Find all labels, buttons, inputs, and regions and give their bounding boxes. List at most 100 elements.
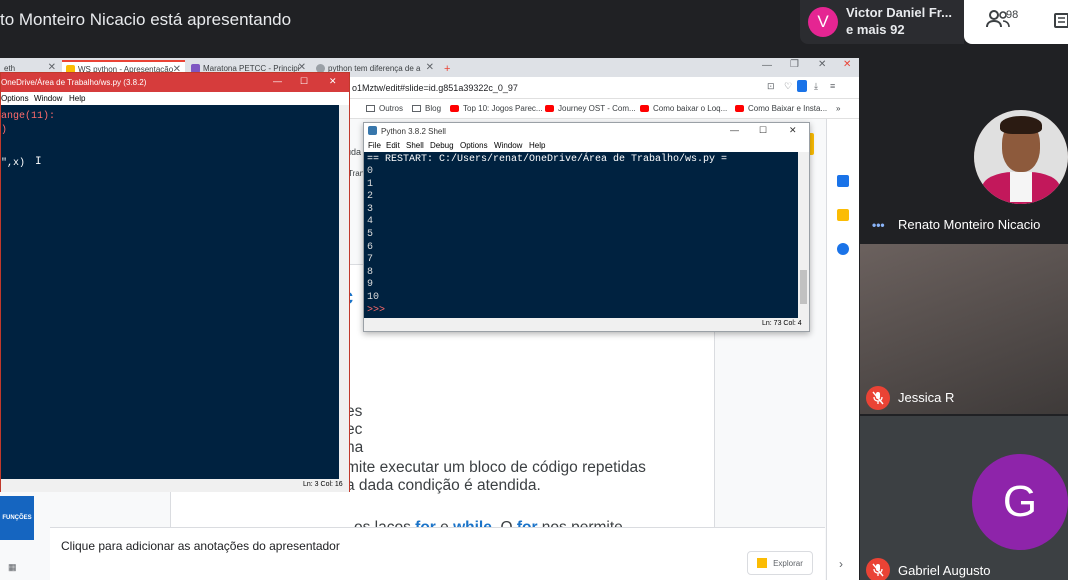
url-text[interactable]: o1Mztw/edit#slide=id.g851a39322c_0_97 bbox=[352, 83, 518, 93]
bookmark-label: Journey OST - Com... bbox=[558, 104, 636, 113]
python-icon bbox=[368, 126, 377, 135]
idle-titlebar[interactable]: OneDrive/Área de Trabalho/ws.py (3.8.2) … bbox=[1, 73, 349, 92]
speaker-notes[interactable]: Clique para adicionar as anotações do ap… bbox=[50, 527, 825, 580]
menu-help[interactable]: Help bbox=[69, 94, 85, 103]
output-line: 8 bbox=[367, 266, 374, 278]
bookmark-item[interactable]: Journey OST - Com... bbox=[545, 104, 636, 113]
maximize-window-icon[interactable]: ☐ bbox=[759, 125, 767, 136]
participants-panel-toggle[interactable] bbox=[964, 0, 1068, 44]
explore-button[interactable]: Explorar bbox=[747, 551, 813, 575]
minimize-window-icon[interactable]: — bbox=[273, 76, 282, 86]
pill-more-count: e mais 92 bbox=[846, 22, 905, 37]
code-line: ) bbox=[1, 125, 8, 136]
slide-thumbnail[interactable]: FUNÇÕES bbox=[0, 496, 34, 540]
tasks-icon[interactable] bbox=[837, 243, 849, 255]
scrollbar[interactable] bbox=[339, 105, 349, 479]
slide-text: mite executar um bloco de código repetid… bbox=[346, 459, 646, 476]
bookmark-label: Top 10: Jogos Parec... bbox=[463, 104, 543, 113]
grid-view-icon[interactable]: ▦ bbox=[8, 562, 17, 573]
mic-off-icon bbox=[866, 558, 890, 580]
menu-options[interactable]: Options bbox=[1, 94, 29, 103]
participant-name: Renato Monteiro Nicacio bbox=[898, 217, 1041, 232]
cursor-position: Ln: 73 Col: 4 bbox=[762, 320, 802, 327]
side-panel: › bbox=[826, 119, 859, 580]
output-line: 9 bbox=[367, 279, 374, 291]
close-window-icon[interactable]: ✕ bbox=[789, 125, 797, 136]
close-window-icon[interactable]: ✕ bbox=[843, 59, 851, 70]
notes-placeholder[interactable]: Clique para adicionar as anotações do ap… bbox=[61, 539, 340, 553]
scrollbar[interactable] bbox=[798, 152, 809, 318]
menu-debug[interactable]: Debug bbox=[430, 141, 454, 150]
bookmark-item[interactable]: Como baixar o Loq... bbox=[640, 104, 727, 113]
slide-text-line: a dada condição é atendida. bbox=[346, 477, 541, 495]
text-cursor-icon: I bbox=[35, 156, 42, 168]
code-editor[interactable]: ange(11): ) ",x) I bbox=[1, 105, 339, 479]
maximize-window-icon[interactable]: ☐ bbox=[300, 76, 308, 87]
menu-shell[interactable]: Shell bbox=[406, 141, 424, 150]
shell-console[interactable]: == RESTART: C:/Users/renat/OneDrive/Área… bbox=[364, 152, 798, 318]
output-line: 7 bbox=[367, 254, 374, 266]
participant-tile[interactable]: G Gabriel Augusto bbox=[860, 416, 1068, 580]
menu-file[interactable]: File bbox=[368, 141, 381, 150]
menu-edit[interactable]: Edit bbox=[386, 141, 400, 150]
youtube-icon bbox=[450, 105, 459, 112]
menu-icon[interactable]: ≡ bbox=[830, 81, 835, 91]
code-line: ange(11): bbox=[1, 111, 56, 122]
extension-icon[interactable]: ⊡ bbox=[767, 81, 775, 92]
chat-icon[interactable] bbox=[1054, 12, 1068, 30]
new-tab-button[interactable]: + bbox=[440, 60, 456, 77]
bookmarks-more[interactable]: » bbox=[836, 104, 840, 113]
shell-titlebar[interactable]: Python 3.8.2 Shell — ☐ ✕ bbox=[364, 123, 809, 140]
bookmark-label: Blog bbox=[425, 104, 442, 113]
bookmark-item[interactable]: Top 10: Jogos Parec... bbox=[450, 104, 543, 113]
output-line: 1 bbox=[367, 178, 374, 190]
chevron-right-icon[interactable]: › bbox=[839, 557, 843, 571]
bookmark-label: Como baixar o Loq... bbox=[653, 104, 728, 113]
scrollbar-thumb[interactable] bbox=[800, 270, 807, 304]
heart-icon[interactable]: ♡ bbox=[784, 81, 792, 92]
folder-icon bbox=[412, 105, 421, 112]
menu-window[interactable]: Window bbox=[494, 141, 522, 150]
menu-options[interactable]: Options bbox=[460, 141, 488, 150]
more-options-icon[interactable]: ••• bbox=[872, 218, 885, 232]
close-window-icon[interactable]: ✕ bbox=[818, 59, 826, 70]
shell-status-bar: Ln: 73 Col: 4 bbox=[364, 318, 809, 331]
shell-menu-bar: File Edit Shell Debug Options Window Hel… bbox=[364, 140, 809, 152]
explore-icon bbox=[757, 558, 768, 568]
output-line: 2 bbox=[367, 191, 374, 203]
minimize-window-icon[interactable]: — bbox=[730, 125, 739, 135]
participant-tile[interactable]: Jessica R bbox=[860, 244, 1068, 414]
minimize-window-icon[interactable]: — bbox=[762, 60, 772, 71]
download-icon[interactable]: ⤓ bbox=[814, 81, 818, 92]
close-icon[interactable]: ✕ bbox=[426, 62, 434, 73]
menu-window[interactable]: Window bbox=[34, 94, 62, 103]
meet-window: to Monteiro Nicacio está apresentando V … bbox=[0, 0, 1068, 580]
close-window-icon[interactable]: ✕ bbox=[329, 76, 337, 87]
mic-off-icon bbox=[866, 386, 890, 410]
menu-help[interactable]: Help bbox=[529, 141, 545, 150]
bookmark-item[interactable]: Outros bbox=[366, 104, 403, 113]
code-line: ",x) bbox=[1, 158, 26, 169]
bookmark-item[interactable]: Como Baixar e Insta... bbox=[735, 104, 827, 113]
idle-editor-window[interactable]: OneDrive/Área de Trabalho/ws.py (3.8.2) … bbox=[0, 72, 350, 492]
shell-title-text: Python 3.8.2 Shell bbox=[381, 127, 446, 136]
bookmark-label: Como Baixar e Insta... bbox=[748, 104, 828, 113]
output-line: 3 bbox=[367, 203, 374, 215]
profile-extension-icon[interactable] bbox=[797, 80, 807, 92]
participant-tile[interactable]: ••• Renato Monteiro Nicacio bbox=[860, 58, 1068, 244]
output-line: 10 bbox=[367, 292, 380, 303]
participant-video bbox=[974, 110, 1068, 204]
keep-icon[interactable] bbox=[837, 209, 849, 221]
python-shell-window[interactable]: Python 3.8.2 Shell — ☐ ✕ File Edit Shell… bbox=[363, 122, 810, 332]
output-line: 5 bbox=[367, 229, 374, 240]
idle-menu-bar: Options Window Help bbox=[1, 92, 349, 105]
pill-participant-name: Victor Daniel Fr... bbox=[846, 5, 952, 20]
output-line: 4 bbox=[367, 216, 374, 228]
calendar-icon[interactable] bbox=[837, 175, 849, 187]
maximize-window-icon[interactable]: ❐ bbox=[790, 59, 799, 70]
participant-video bbox=[860, 244, 1068, 414]
output-line: 0 bbox=[367, 166, 374, 177]
idle-title-text: OneDrive/Área de Trabalho/ws.py (3.8.2) bbox=[1, 78, 147, 87]
bookmark-item[interactable]: Blog bbox=[412, 104, 441, 113]
shell-prompt: >>> bbox=[367, 304, 386, 316]
